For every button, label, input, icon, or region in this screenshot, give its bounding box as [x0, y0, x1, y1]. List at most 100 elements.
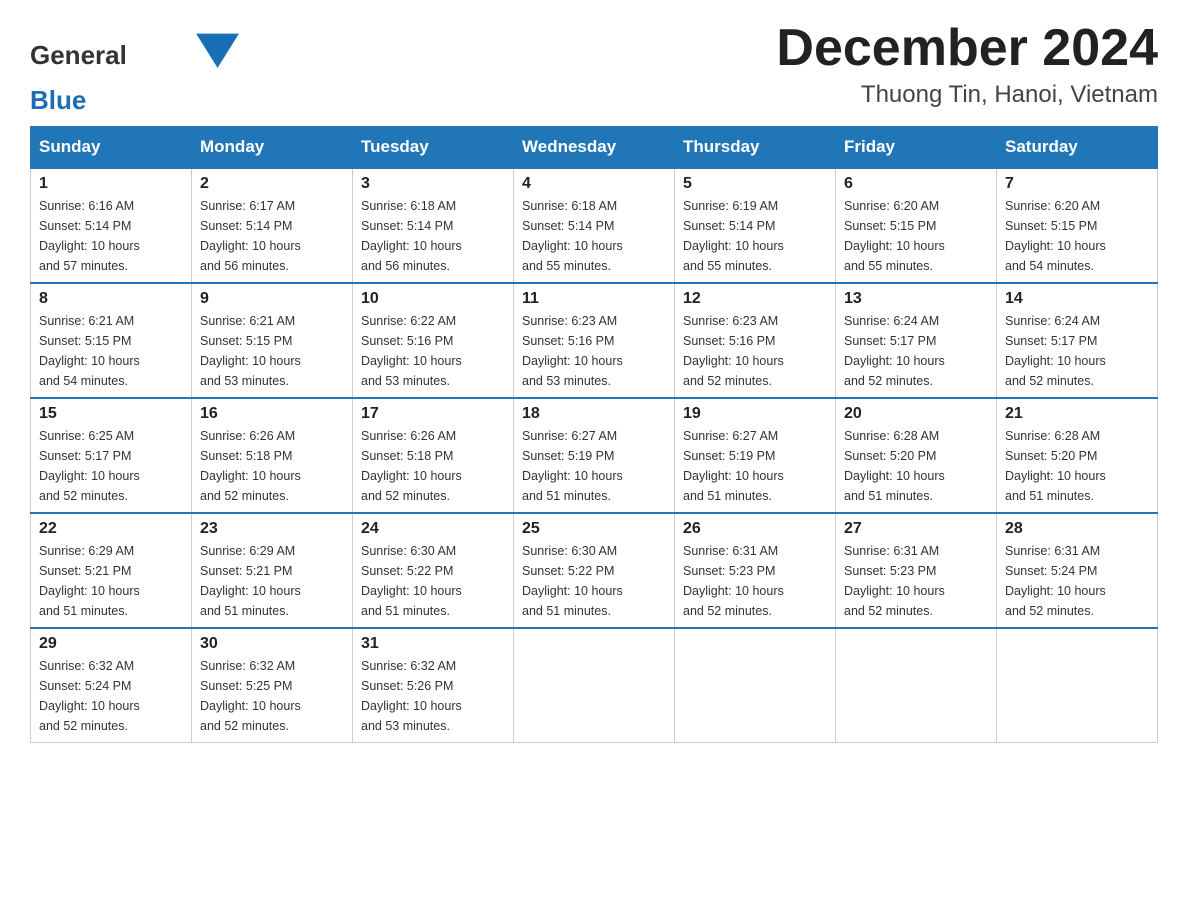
calendar-cell: 29 Sunrise: 6:32 AMSunset: 5:24 PMDaylig…	[31, 628, 192, 743]
week-row-4: 22 Sunrise: 6:29 AMSunset: 5:21 PMDaylig…	[31, 513, 1158, 628]
day-number: 4	[522, 175, 666, 193]
day-info: Sunrise: 6:27 AMSunset: 5:19 PMDaylight:…	[683, 429, 784, 503]
day-info: Sunrise: 6:23 AMSunset: 5:16 PMDaylight:…	[522, 314, 623, 388]
calendar-cell: 12 Sunrise: 6:23 AMSunset: 5:16 PMDaylig…	[675, 283, 836, 398]
day-info: Sunrise: 6:26 AMSunset: 5:18 PMDaylight:…	[200, 429, 301, 503]
day-number: 10	[361, 290, 505, 308]
calendar-cell: 16 Sunrise: 6:26 AMSunset: 5:18 PMDaylig…	[192, 398, 353, 513]
day-info: Sunrise: 6:30 AMSunset: 5:22 PMDaylight:…	[361, 544, 462, 618]
calendar-cell: 18 Sunrise: 6:27 AMSunset: 5:19 PMDaylig…	[514, 398, 675, 513]
calendar-cell: 8 Sunrise: 6:21 AMSunset: 5:15 PMDayligh…	[31, 283, 192, 398]
day-number: 27	[844, 520, 988, 538]
day-number: 31	[361, 635, 505, 653]
day-number: 23	[200, 520, 344, 538]
calendar-header: Sunday Monday Tuesday Wednesday Thursday…	[31, 127, 1158, 169]
calendar-cell	[514, 628, 675, 743]
calendar-cell: 15 Sunrise: 6:25 AMSunset: 5:17 PMDaylig…	[31, 398, 192, 513]
week-row-2: 8 Sunrise: 6:21 AMSunset: 5:15 PMDayligh…	[31, 283, 1158, 398]
calendar-cell: 10 Sunrise: 6:22 AMSunset: 5:16 PMDaylig…	[353, 283, 514, 398]
day-number: 1	[39, 175, 183, 193]
week-row-3: 15 Sunrise: 6:25 AMSunset: 5:17 PMDaylig…	[31, 398, 1158, 513]
day-info: Sunrise: 6:31 AMSunset: 5:23 PMDaylight:…	[683, 544, 784, 618]
header-saturday: Saturday	[997, 127, 1158, 169]
calendar-cell: 30 Sunrise: 6:32 AMSunset: 5:25 PMDaylig…	[192, 628, 353, 743]
logo-general: General	[30, 40, 127, 71]
main-title: December 2024	[776, 20, 1158, 77]
header-monday: Monday	[192, 127, 353, 169]
calendar-cell: 19 Sunrise: 6:27 AMSunset: 5:19 PMDaylig…	[675, 398, 836, 513]
subtitle: Thuong Tin, Hanoi, Vietnam	[776, 81, 1158, 109]
day-info: Sunrise: 6:32 AMSunset: 5:25 PMDaylight:…	[200, 659, 301, 733]
day-number: 19	[683, 405, 827, 423]
day-info: Sunrise: 6:25 AMSunset: 5:17 PMDaylight:…	[39, 429, 140, 503]
day-info: Sunrise: 6:17 AMSunset: 5:14 PMDaylight:…	[200, 199, 301, 273]
logo: General Blue	[30, 20, 289, 116]
day-info: Sunrise: 6:21 AMSunset: 5:15 PMDaylight:…	[200, 314, 301, 388]
calendar-cell: 26 Sunrise: 6:31 AMSunset: 5:23 PMDaylig…	[675, 513, 836, 628]
calendar-cell: 28 Sunrise: 6:31 AMSunset: 5:24 PMDaylig…	[997, 513, 1158, 628]
day-number: 18	[522, 405, 666, 423]
calendar-cell: 3 Sunrise: 6:18 AMSunset: 5:14 PMDayligh…	[353, 168, 514, 283]
day-number: 8	[39, 290, 183, 308]
day-info: Sunrise: 6:19 AMSunset: 5:14 PMDaylight:…	[683, 199, 784, 273]
calendar-cell	[997, 628, 1158, 743]
day-number: 25	[522, 520, 666, 538]
calendar-cell: 4 Sunrise: 6:18 AMSunset: 5:14 PMDayligh…	[514, 168, 675, 283]
logo-arrow-icon	[129, 25, 289, 85]
day-info: Sunrise: 6:30 AMSunset: 5:22 PMDaylight:…	[522, 544, 623, 618]
day-info: Sunrise: 6:32 AMSunset: 5:26 PMDaylight:…	[361, 659, 462, 733]
day-number: 2	[200, 175, 344, 193]
day-info: Sunrise: 6:28 AMSunset: 5:20 PMDaylight:…	[1005, 429, 1106, 503]
day-number: 28	[1005, 520, 1149, 538]
day-number: 16	[200, 405, 344, 423]
day-info: Sunrise: 6:18 AMSunset: 5:14 PMDaylight:…	[361, 199, 462, 273]
calendar-cell: 24 Sunrise: 6:30 AMSunset: 5:22 PMDaylig…	[353, 513, 514, 628]
calendar-cell: 11 Sunrise: 6:23 AMSunset: 5:16 PMDaylig…	[514, 283, 675, 398]
day-info: Sunrise: 6:27 AMSunset: 5:19 PMDaylight:…	[522, 429, 623, 503]
day-info: Sunrise: 6:16 AMSunset: 5:14 PMDaylight:…	[39, 199, 140, 273]
day-info: Sunrise: 6:18 AMSunset: 5:14 PMDaylight:…	[522, 199, 623, 273]
calendar-cell: 17 Sunrise: 6:26 AMSunset: 5:18 PMDaylig…	[353, 398, 514, 513]
day-info: Sunrise: 6:29 AMSunset: 5:21 PMDaylight:…	[200, 544, 301, 618]
calendar-cell: 20 Sunrise: 6:28 AMSunset: 5:20 PMDaylig…	[836, 398, 997, 513]
day-info: Sunrise: 6:23 AMSunset: 5:16 PMDaylight:…	[683, 314, 784, 388]
day-number: 11	[522, 290, 666, 308]
header-wednesday: Wednesday	[514, 127, 675, 169]
day-info: Sunrise: 6:28 AMSunset: 5:20 PMDaylight:…	[844, 429, 945, 503]
day-number: 12	[683, 290, 827, 308]
day-number: 24	[361, 520, 505, 538]
title-block: December 2024 Thuong Tin, Hanoi, Vietnam	[776, 20, 1158, 109]
week-row-1: 1 Sunrise: 6:16 AMSunset: 5:14 PMDayligh…	[31, 168, 1158, 283]
calendar-table: Sunday Monday Tuesday Wednesday Thursday…	[30, 126, 1158, 743]
day-number: 17	[361, 405, 505, 423]
day-info: Sunrise: 6:29 AMSunset: 5:21 PMDaylight:…	[39, 544, 140, 618]
calendar-cell	[675, 628, 836, 743]
calendar-cell: 7 Sunrise: 6:20 AMSunset: 5:15 PMDayligh…	[997, 168, 1158, 283]
calendar-cell: 23 Sunrise: 6:29 AMSunset: 5:21 PMDaylig…	[192, 513, 353, 628]
day-number: 15	[39, 405, 183, 423]
day-number: 9	[200, 290, 344, 308]
calendar-cell: 27 Sunrise: 6:31 AMSunset: 5:23 PMDaylig…	[836, 513, 997, 628]
calendar-cell: 21 Sunrise: 6:28 AMSunset: 5:20 PMDaylig…	[997, 398, 1158, 513]
calendar-cell	[836, 628, 997, 743]
day-number: 7	[1005, 175, 1149, 193]
day-info: Sunrise: 6:24 AMSunset: 5:17 PMDaylight:…	[844, 314, 945, 388]
calendar-cell: 2 Sunrise: 6:17 AMSunset: 5:14 PMDayligh…	[192, 168, 353, 283]
day-info: Sunrise: 6:32 AMSunset: 5:24 PMDaylight:…	[39, 659, 140, 733]
day-number: 20	[844, 405, 988, 423]
calendar-cell: 22 Sunrise: 6:29 AMSunset: 5:21 PMDaylig…	[31, 513, 192, 628]
day-number: 26	[683, 520, 827, 538]
day-number: 13	[844, 290, 988, 308]
calendar-cell: 25 Sunrise: 6:30 AMSunset: 5:22 PMDaylig…	[514, 513, 675, 628]
header-tuesday: Tuesday	[353, 127, 514, 169]
day-number: 21	[1005, 405, 1149, 423]
calendar-cell: 6 Sunrise: 6:20 AMSunset: 5:15 PMDayligh…	[836, 168, 997, 283]
page-header: General Blue December 2024 Thuong Tin, H…	[30, 20, 1158, 116]
day-info: Sunrise: 6:31 AMSunset: 5:23 PMDaylight:…	[844, 544, 945, 618]
day-number: 29	[39, 635, 183, 653]
calendar-cell: 9 Sunrise: 6:21 AMSunset: 5:15 PMDayligh…	[192, 283, 353, 398]
calendar-cell: 14 Sunrise: 6:24 AMSunset: 5:17 PMDaylig…	[997, 283, 1158, 398]
calendar-body: 1 Sunrise: 6:16 AMSunset: 5:14 PMDayligh…	[31, 168, 1158, 743]
day-info: Sunrise: 6:26 AMSunset: 5:18 PMDaylight:…	[361, 429, 462, 503]
day-number: 3	[361, 175, 505, 193]
